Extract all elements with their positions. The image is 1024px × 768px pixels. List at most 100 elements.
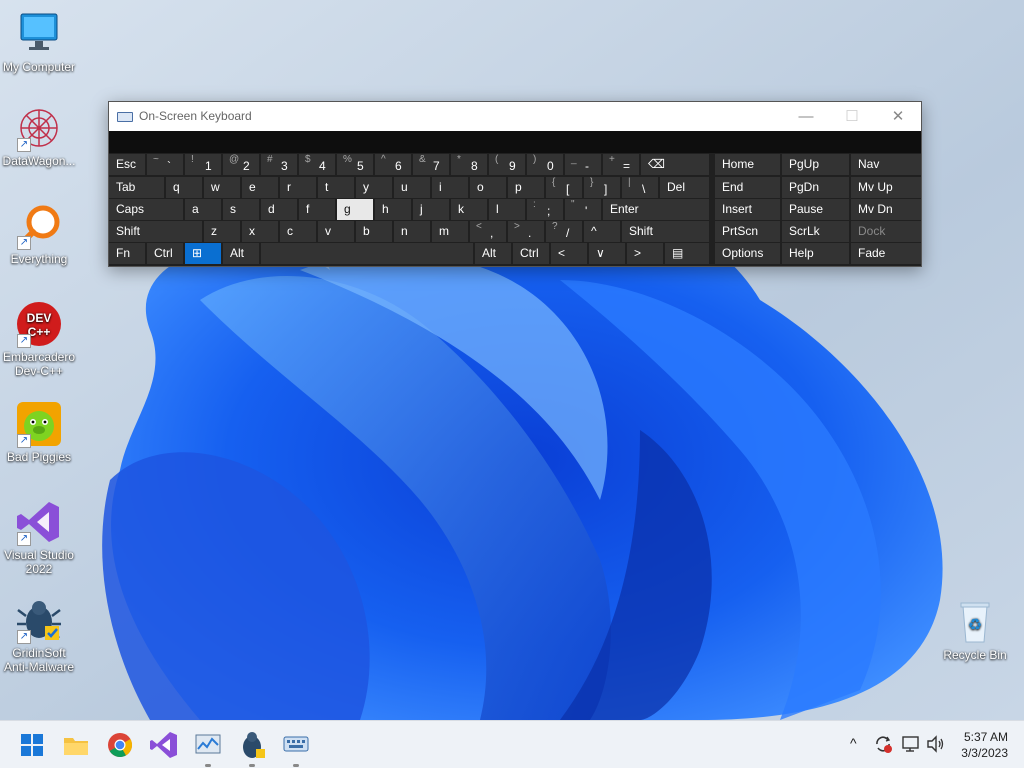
key-symbol[interactable]: ∨ bbox=[589, 243, 625, 264]
key-u[interactable]: u bbox=[394, 177, 430, 198]
key-symbol[interactable]: {[ bbox=[546, 177, 582, 198]
key-pgup[interactable]: PgUp bbox=[782, 154, 849, 175]
key-m[interactable]: m bbox=[432, 221, 468, 242]
minimize-button[interactable]: — bbox=[783, 102, 829, 131]
key-i[interactable]: i bbox=[432, 177, 468, 198]
key-symbol[interactable]: @2 bbox=[223, 154, 259, 175]
key-symbol[interactable]: * 8 bbox=[451, 154, 487, 175]
key-z[interactable]: z bbox=[204, 221, 240, 242]
key-symbol[interactable]: ) 0 bbox=[527, 154, 563, 175]
key-o[interactable]: o bbox=[470, 177, 506, 198]
key-symbol[interactable]: (9 bbox=[489, 154, 525, 175]
key-symbol[interactable]: | \ bbox=[622, 177, 658, 198]
key-symbol[interactable]: % 5 bbox=[337, 154, 373, 175]
close-button[interactable]: ✕ bbox=[875, 102, 921, 131]
key-symbol[interactable]: _ - bbox=[565, 154, 601, 175]
key-esc[interactable]: Esc bbox=[109, 154, 145, 175]
key-symbol[interactable]: ^ 6 bbox=[375, 154, 411, 175]
key-j[interactable]: j bbox=[413, 199, 449, 220]
key-ctrl[interactable]: Ctrl bbox=[513, 243, 549, 264]
key-symbol[interactable]: #3 bbox=[261, 154, 297, 175]
key-symbol[interactable]: > bbox=[627, 243, 663, 264]
key-k[interactable]: k bbox=[451, 199, 487, 220]
window-title-bar[interactable]: On-Screen Keyboard — ☐ ✕ bbox=[109, 102, 921, 131]
key-help[interactable]: Help bbox=[782, 243, 849, 264]
key-l[interactable]: l bbox=[489, 199, 525, 220]
key-symbol[interactable]: ~ ` bbox=[147, 154, 183, 175]
key-w[interactable]: w bbox=[204, 177, 240, 198]
key-s[interactable]: s bbox=[223, 199, 259, 220]
on-screen-keyboard-window[interactable]: On-Screen Keyboard — ☐ ✕ Esc ~ `! 1 @2 #3 $4% 5… bbox=[108, 101, 922, 267]
key-e[interactable]: e bbox=[242, 177, 278, 198]
key-pause[interactable]: Pause bbox=[782, 199, 849, 220]
key-symbol[interactable]: <, bbox=[470, 221, 506, 242]
key-alt[interactable]: Alt bbox=[475, 243, 511, 264]
desktop-icon-datawagon[interactable]: ↗ DataWagon... bbox=[0, 104, 78, 168]
network-icon[interactable] bbox=[900, 733, 922, 768]
windows-key[interactable]: ⊞ bbox=[185, 243, 221, 264]
key-fn[interactable]: Fn bbox=[109, 243, 145, 264]
key-mvup[interactable]: Mv Up bbox=[851, 177, 921, 198]
key-g[interactable]: g bbox=[337, 199, 373, 220]
menu-key[interactable]: ▤ bbox=[665, 243, 709, 264]
clock[interactable]: 5:37 AM 3/3/2023 bbox=[961, 729, 1008, 761]
key-alt[interactable]: Alt bbox=[223, 243, 259, 264]
start-button[interactable] bbox=[16, 729, 48, 761]
key-y[interactable]: y bbox=[356, 177, 392, 198]
key-d[interactable]: d bbox=[261, 199, 297, 220]
key-enter[interactable]: Enter bbox=[603, 199, 709, 220]
key-shift[interactable]: Shift bbox=[109, 221, 202, 242]
maximize-button[interactable]: ☐ bbox=[829, 102, 875, 131]
desktop-icon-everything[interactable]: ↗ Everything bbox=[0, 202, 78, 266]
key-symbol[interactable]: ^ bbox=[584, 221, 620, 242]
key-symbol[interactable]: < bbox=[551, 243, 587, 264]
desktop-icon-devcpp[interactable]: DEV C++ ↗ Embarcadero Dev-C++ bbox=[0, 300, 78, 378]
sync-icon[interactable] bbox=[872, 733, 894, 768]
key-x[interactable]: x bbox=[242, 221, 278, 242]
key-symbol[interactable]: " ' bbox=[565, 199, 601, 220]
file-explorer-icon[interactable] bbox=[60, 729, 92, 761]
key-caps[interactable]: Caps bbox=[109, 199, 183, 220]
key-v[interactable]: v bbox=[318, 221, 354, 242]
key-t[interactable]: t bbox=[318, 177, 354, 198]
key-c[interactable]: c bbox=[280, 221, 316, 242]
key-f[interactable]: f bbox=[299, 199, 335, 220]
key-symbol[interactable]: + = bbox=[603, 154, 639, 175]
key-nav[interactable]: Nav bbox=[851, 154, 921, 175]
desktop-icon-visual-studio[interactable]: ↗ Visual Studio 2022 bbox=[0, 498, 78, 576]
key-tab[interactable]: Tab bbox=[109, 177, 164, 198]
on-screen-keyboard-taskbar-icon[interactable] bbox=[280, 729, 312, 767]
key-end[interactable]: End bbox=[715, 177, 780, 198]
key-a[interactable]: a bbox=[185, 199, 221, 220]
key-fade[interactable]: Fade bbox=[851, 243, 921, 264]
key-p[interactable]: p bbox=[508, 177, 544, 198]
key-symbol[interactable]: ? / bbox=[546, 221, 582, 242]
key-prtscn[interactable]: PrtScn bbox=[715, 221, 780, 242]
key-shift[interactable]: Shift bbox=[622, 221, 709, 242]
key-b[interactable]: b bbox=[356, 221, 392, 242]
key-options[interactable]: Options bbox=[715, 243, 780, 264]
key-n[interactable]: n bbox=[394, 221, 430, 242]
key-pgdn[interactable]: PgDn bbox=[782, 177, 849, 198]
key-dock[interactable]: Dock bbox=[851, 221, 921, 242]
key-h[interactable]: h bbox=[375, 199, 411, 220]
key-symbol[interactable]: $4 bbox=[299, 154, 335, 175]
chrome-icon[interactable] bbox=[104, 729, 136, 761]
task-manager-icon[interactable] bbox=[192, 729, 224, 767]
desktop-icon-recycle-bin[interactable]: ♻ Recycle Bin bbox=[936, 598, 1014, 662]
key-symbol[interactable]: ! 1 bbox=[185, 154, 221, 175]
key-symbol[interactable]: :; bbox=[527, 199, 563, 220]
key-del[interactable]: Del bbox=[660, 177, 709, 198]
key-symbol[interactable]: }] bbox=[584, 177, 620, 198]
key-mvdn[interactable]: Mv Dn bbox=[851, 199, 921, 220]
gridinsoft-taskbar-icon[interactable] bbox=[236, 729, 268, 767]
spacebar-key[interactable] bbox=[261, 243, 473, 264]
key-symbol[interactable]: >. bbox=[508, 221, 544, 242]
key-insert[interactable]: Insert bbox=[715, 199, 780, 220]
key-scrlk[interactable]: ScrLk bbox=[782, 221, 849, 242]
key-q[interactable]: q bbox=[166, 177, 202, 198]
key-symbol[interactable]: & 7 bbox=[413, 154, 449, 175]
desktop-icon-bad-piggies[interactable]: ↗ Bad Piggies bbox=[0, 400, 78, 464]
key-home[interactable]: Home bbox=[715, 154, 780, 175]
volume-icon[interactable] bbox=[924, 733, 946, 768]
